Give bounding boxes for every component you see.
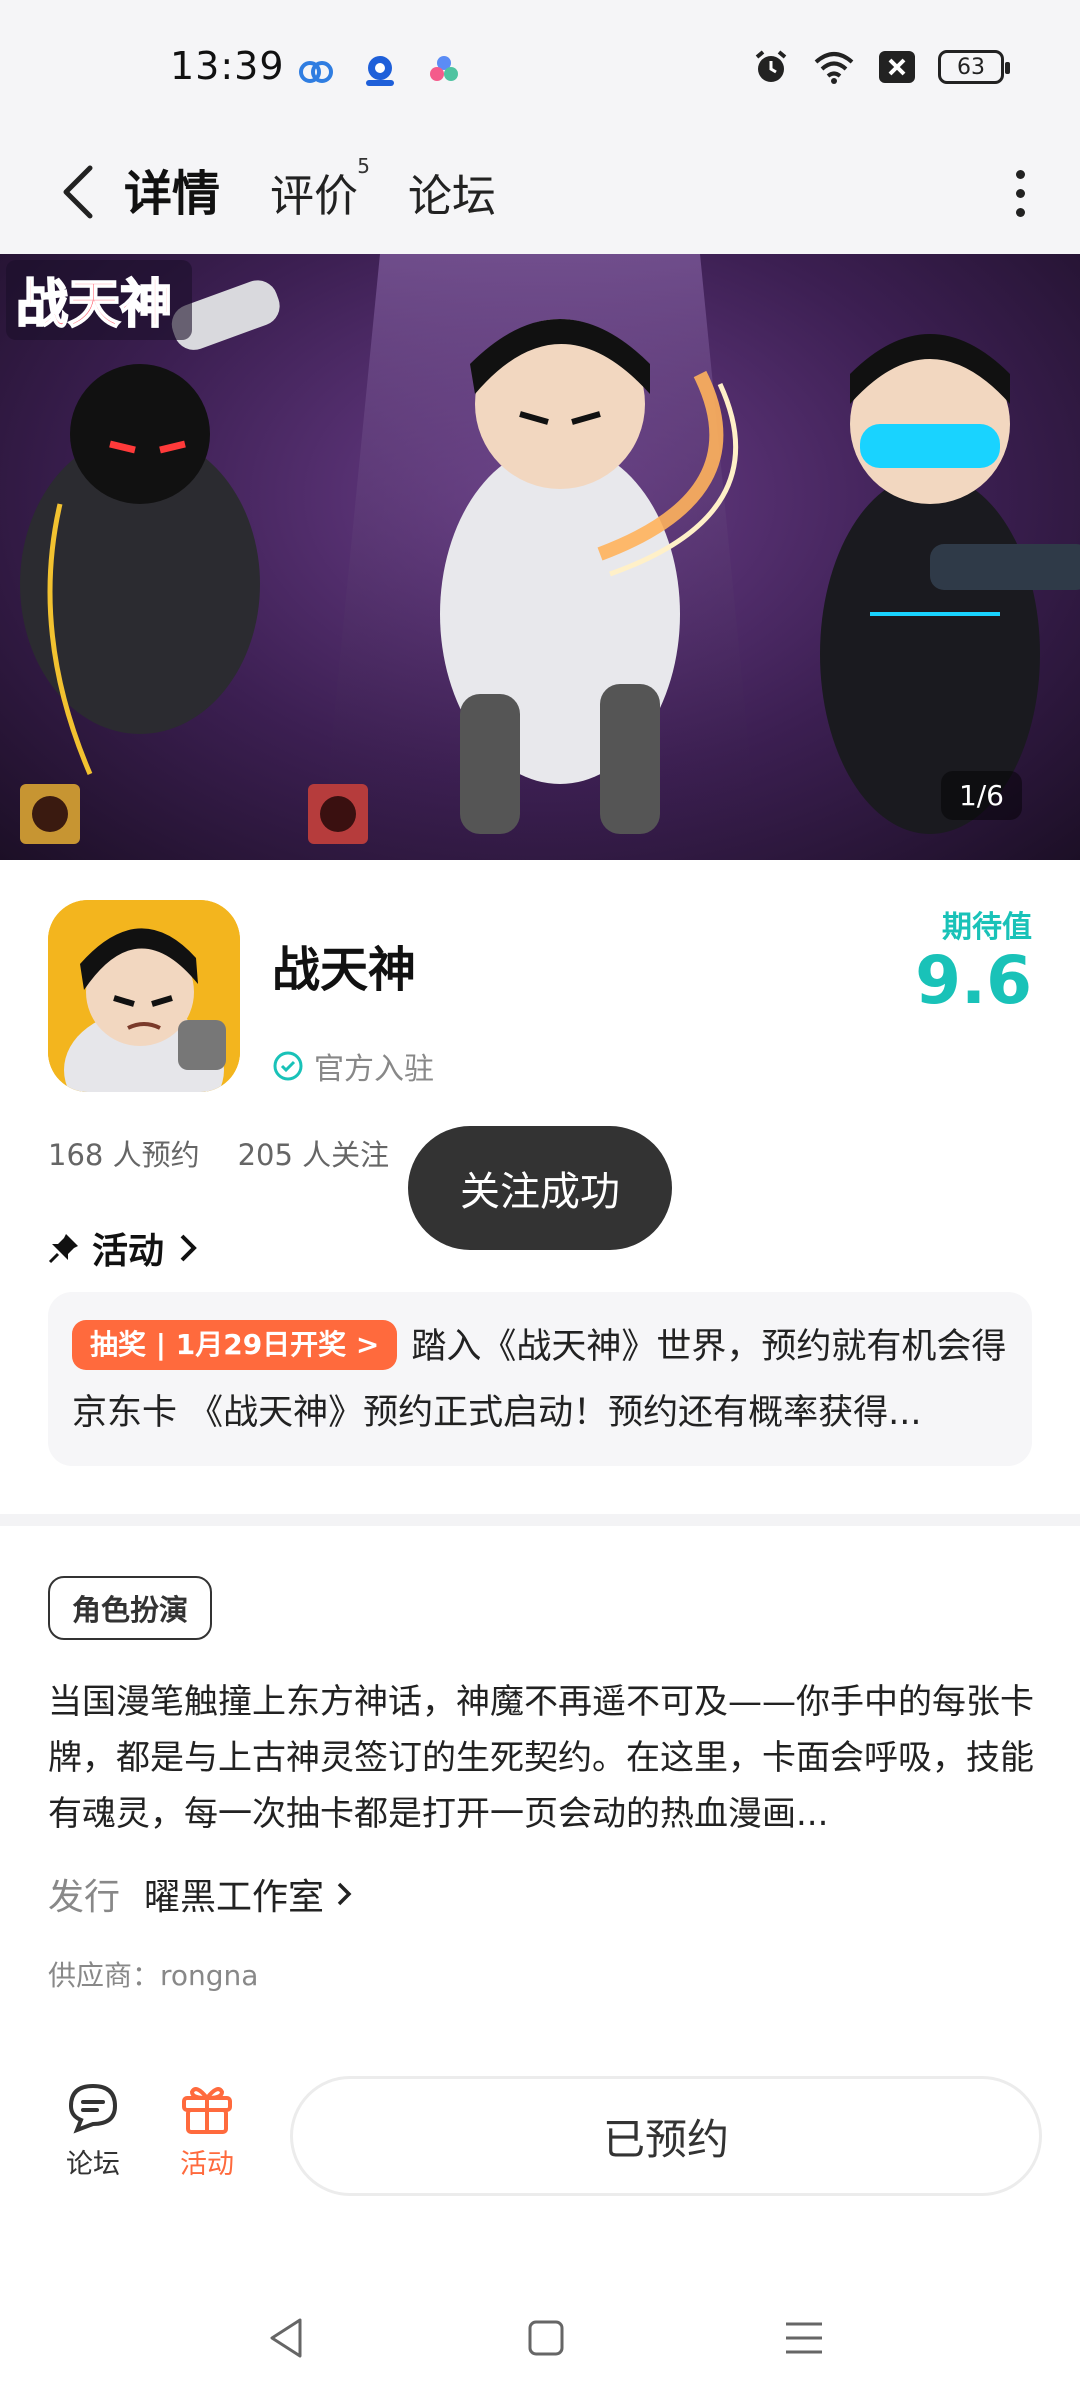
sim-off-icon [879,51,915,83]
app-stats: 168 人预约 205 人关注 [48,1132,389,1174]
more-dot-icon [1015,169,1025,179]
bottom-event-button[interactable]: 活动 [162,2080,252,2181]
publisher-name: 曜黑工作室 [144,1877,325,1918]
chevron-right-icon [180,1234,197,1262]
official-badge: 官方入驻 [272,1044,434,1088]
square-home-icon [528,2320,564,2356]
skill-thumbnail-2-figure [320,796,356,832]
tab-forum-label: 论坛 [408,171,497,222]
section-divider [0,1514,1080,1526]
tab-forum[interactable]: 论坛 [408,160,496,230]
tab-details-label: 详情 [124,166,221,222]
pin-icon [48,1234,78,1264]
nav-recents-button[interactable] [774,2308,834,2368]
triangle-back-icon [270,2318,302,2358]
bottom-forum-label: 论坛 [66,2149,120,2180]
system-navigation-bar [0,2290,1080,2400]
game-logo: 战天神 [6,260,192,340]
tab-reviews[interactable]: 评价 5 [270,154,370,230]
alarm-icon [755,50,787,82]
reservation-count: 168 人预约 [48,1138,200,1172]
robot-character-figure [20,280,280,775]
expectation-label: 期待值 [942,910,1032,945]
status-time: 13:39 [170,44,285,88]
chevron-right-icon [337,1882,352,1906]
verified-check-icon [273,1051,303,1081]
bottom-event-label: 活动 [180,2149,234,2180]
top-nav-header: 详情 评价 5 论坛 [0,130,1080,254]
wifi-icon [814,52,854,84]
status-right-icons: 63 [752,48,1010,86]
follower-count: 205 人关注 [237,1138,390,1172]
tab-reviews-count: 5 [357,154,371,178]
publisher-label: 发行 [48,1877,121,1918]
goggles-character-figure [820,334,1080,834]
app-icon[interactable] [48,900,240,1092]
app-shield-icon [366,56,394,86]
back-button[interactable] [46,152,110,232]
toast-message: 关注成功 [408,1126,672,1250]
genre-tag[interactable]: 角色扮演 [48,1576,213,1640]
game-banner-carousel[interactable]: 战天神 1/6 [0,254,1080,860]
supplier-info: 供应商：rongna [48,1959,259,1992]
chevron-left-icon [63,165,93,219]
tab-reviews-label: 评价 [270,171,359,222]
status-bar: 13:39 63 [0,0,1080,130]
activity-content: 抽奖 | 1月29日开奖 > 踏入《战天神》世界，预约就有机会得京东卡 《战天神》… [72,1314,1008,1446]
detail-tabs: 详情 评价 5 论坛 [122,150,496,230]
menu-recents-icon [786,2322,822,2354]
game-description[interactable]: 当国漫笔触撞上东方神话，神魔不再遥不可及——你手中的每张卡牌，都是与上古神灵签订… [48,1674,1038,1842]
activity-card[interactable]: 抽奖 | 1月29日开奖 > 踏入《战天神》世界，预约就有机会得京东卡 《战天神》… [48,1292,1032,1466]
official-label: 官方入驻 [314,1052,434,1087]
banner-artwork: 战天神 [6,254,1080,860]
nav-back-button[interactable] [256,2308,316,2368]
nav-home-button[interactable] [516,2308,576,2368]
more-dot-icon [1015,207,1025,217]
app-name: 战天神 [272,942,417,998]
expectation-value: 9.6 [915,942,1032,1019]
activity-title: 活动 [92,1231,165,1272]
more-options-button[interactable] [1000,158,1040,228]
status-app-icons [296,50,464,90]
lottery-tag[interactable]: 抽奖 | 1月29日开奖 > [72,1320,398,1370]
baidu-netdisk-icon [299,61,333,83]
more-dot-icon [1015,188,1025,198]
gift-icon [182,2087,232,2134]
forum-chat-icon [68,2083,118,2134]
skill-thumbnail-1-figure [32,796,68,832]
banner-page-counter: 1/6 [940,771,1022,820]
battery-level: 63 [957,54,985,80]
tab-details[interactable]: 详情 [122,154,223,230]
reserved-button[interactable]: 已预约 [290,2076,1042,2196]
publisher-row[interactable]: 发行 曜黑工作室 [48,1868,356,1920]
app-flower-icon [430,56,458,81]
app-icon-artwork [48,900,240,1092]
game-logo-text: 战天神 [16,275,172,335]
battery-icon: 63 [938,50,1010,84]
bottom-forum-button[interactable]: 论坛 [48,2080,138,2181]
expectation-score: 期待值 9.6 [915,902,1032,1016]
activity-section-header[interactable]: 活动 [48,1222,200,1274]
